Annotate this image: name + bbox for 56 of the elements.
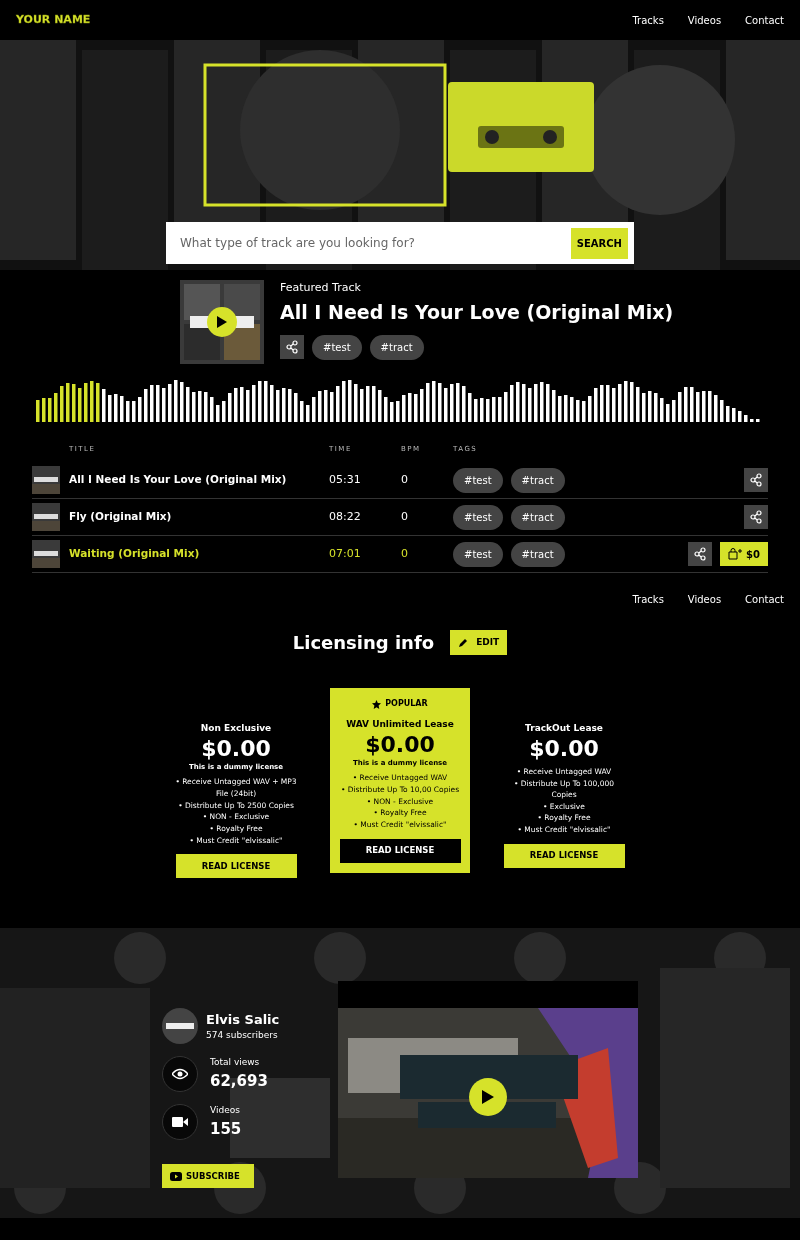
pencil-icon <box>458 637 469 648</box>
share-button[interactable] <box>688 542 713 566</box>
footer-link[interactable]: Videos <box>687 592 722 607</box>
share-icon <box>285 340 299 355</box>
search-button[interactable]: SEARCH <box>570 227 628 259</box>
featured-label: Featured Track <box>280 280 362 296</box>
share-button[interactable] <box>280 335 304 360</box>
track-row[interactable]: Waiting (Original Mix) 07:01 0 #test #tract $0 <box>32 536 768 573</box>
tag-chip[interactable]: #tract <box>510 467 565 493</box>
share-icon <box>749 510 763 524</box>
plan-name: WAV Unlimited Lease <box>345 718 455 731</box>
star-icon <box>372 699 382 709</box>
bag-icon <box>728 548 743 560</box>
section-title: Licensing info <box>292 631 435 654</box>
track-time: 07:01 <box>329 545 362 562</box>
footer-link[interactable]: Contact <box>745 592 784 607</box>
logo: YOUR NAME <box>16 11 91 28</box>
track-time: 05:31 <box>329 471 362 488</box>
track-title: All I Need Is Your Love (Original Mix) <box>280 300 674 324</box>
nav-link[interactable]: Videos <box>687 12 722 28</box>
plan-price: $0.00 <box>200 735 272 762</box>
share-icon <box>749 473 763 487</box>
read-license-button[interactable]: READ LICENSE <box>175 854 297 879</box>
tag-chip[interactable]: #test <box>453 504 503 530</box>
track-time: 08:22 <box>329 508 362 525</box>
track-title: Waiting (Original Mix) <box>69 546 201 562</box>
buy-button[interactable]: $0 <box>720 542 768 566</box>
share-button[interactable] <box>744 505 768 529</box>
read-license-button[interactable]: READ LICENSE <box>503 843 625 868</box>
footer-link[interactable]: Tracks <box>632 592 664 607</box>
share-icon <box>693 547 708 561</box>
edit-button[interactable]: EDIT <box>450 630 508 655</box>
read-license-button[interactable]: READ LICENSE <box>339 838 461 863</box>
track-title: Fly (Original Mix) <box>69 509 173 525</box>
tag-chip[interactable]: #tract <box>510 541 565 567</box>
share-button[interactable] <box>744 468 768 492</box>
tag-chip[interactable]: #tract <box>510 504 565 530</box>
plan-name: TrackOut Lease <box>524 722 604 735</box>
tag-chip[interactable]: #test <box>312 335 362 361</box>
search-field[interactable]: What type of track are you looking for? SEARCH <box>166 222 634 264</box>
tag-chip[interactable]: #test <box>453 541 503 567</box>
track-row[interactable]: Fly (Original Mix) 08:22 0 #test #tract <box>32 499 768 536</box>
popular-label: POPULAR <box>385 698 428 710</box>
plan-price: $0.00 <box>528 735 600 762</box>
nav-link[interactable]: Contact <box>745 12 784 28</box>
play-icon <box>217 316 227 328</box>
tag-chip[interactable]: #test <box>453 467 503 493</box>
track-title: All I Need Is Your Love (Original Mix) <box>69 472 288 488</box>
plan-price: $0.00 <box>364 731 436 758</box>
track-bpm: 0 <box>401 508 409 525</box>
track-bpm: 0 <box>401 545 409 562</box>
tag-chip[interactable]: #tract <box>369 335 424 361</box>
track-bpm: 0 <box>401 471 409 488</box>
plan-name: Non Exclusive <box>199 722 273 735</box>
nav-link[interactable]: Tracks <box>632 12 664 28</box>
track-row[interactable]: All I Need Is Your Love (Original Mix) 05:31 0 #test #tract <box>32 462 768 499</box>
